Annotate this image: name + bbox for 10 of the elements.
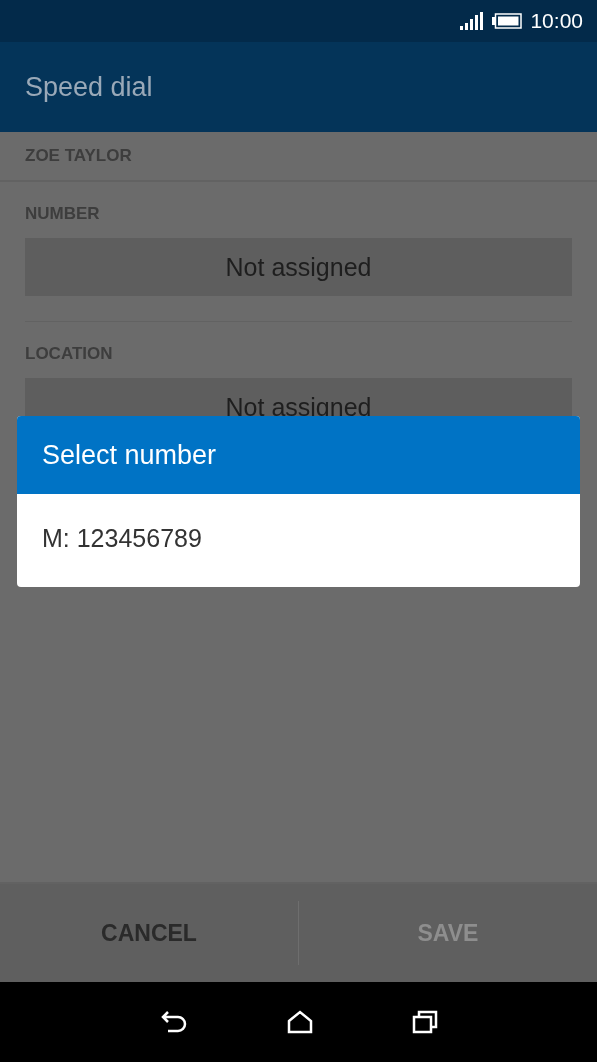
number-option[interactable]: M: 123456789 <box>17 506 580 571</box>
recent-apps-icon[interactable] <box>411 1010 438 1034</box>
home-icon[interactable] <box>286 1010 313 1034</box>
screen-title: Speed dial <box>25 71 153 103</box>
clock: 10:00 <box>530 9 583 33</box>
signal-icon <box>460 12 485 30</box>
back-icon[interactable] <box>159 1010 188 1034</box>
number-selector[interactable]: Not assigned <box>25 238 572 296</box>
battery-icon <box>492 13 523 29</box>
dialog-title: Select number <box>42 439 217 471</box>
